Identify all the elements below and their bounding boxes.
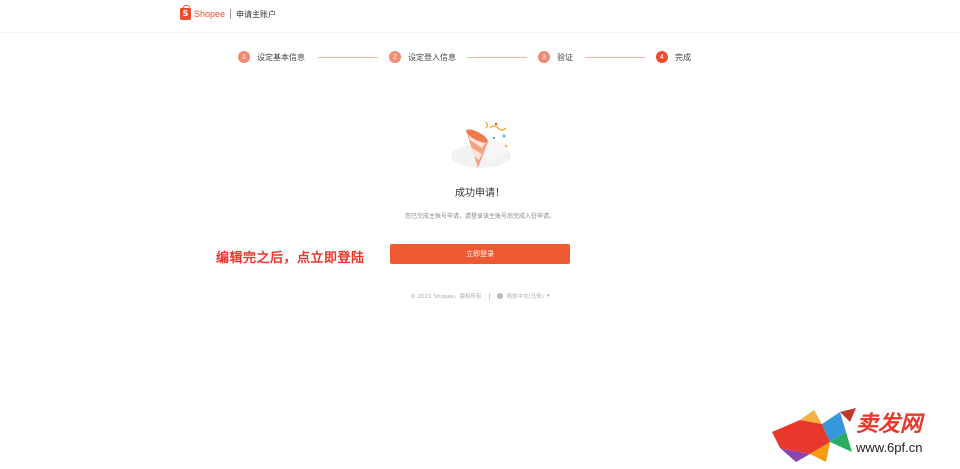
chevron-down-icon: ▾ (546, 293, 550, 299)
logo-letter: S (182, 9, 189, 18)
brand[interactable]: S Shopee 申请主账户 (180, 5, 277, 20)
step-connector (318, 57, 378, 58)
watermark-url: www.6pf.cn (856, 440, 923, 455)
step-number: 2 (389, 51, 401, 63)
step-3: 3 验证 (538, 51, 573, 63)
brand-name: Shopee (194, 9, 226, 19)
step-label: 验证 (557, 52, 573, 62)
step-label: 完成 (675, 52, 691, 62)
page-subtitle: 申请主账户 (236, 9, 277, 19)
login-now-button[interactable]: 立即登录 (390, 244, 570, 264)
step-4: 4 完成 (656, 51, 691, 63)
step-2: 2 设定登入信息 (389, 51, 456, 63)
footer: © 2022 Shopee。版权所有 简体中文(马来) ▾ (0, 292, 960, 300)
annotation-text: 编辑完之后，点立即登陆 (216, 251, 365, 266)
step-connector (467, 57, 527, 58)
stepper: 1 设定基本信息 2 设定登入信息 3 验证 4 完成 (238, 51, 698, 65)
step-number: 1 (238, 51, 250, 63)
brand-divider (230, 9, 232, 19)
step-number: 4 (656, 51, 668, 63)
globe-icon (496, 293, 503, 299)
step-label: 设定基本信息 (257, 52, 305, 62)
footer-divider (488, 292, 490, 300)
shopee-logo-icon: S (180, 5, 191, 20)
step-connector (585, 57, 645, 58)
step-number: 3 (538, 51, 550, 63)
top-header: S Shopee 申请主账户 (0, 0, 960, 33)
copyright-text: © 2022 Shopee。版权所有 (410, 294, 482, 300)
party-popper-icon (451, 121, 511, 168)
success-description: 您已完成主账号申请，请登录该主账号后完成入驻申请。 (404, 213, 555, 220)
step-label: 设定登入信息 (408, 52, 456, 62)
language-selector[interactable]: 简体中文(马来) (507, 292, 544, 300)
watermark-title: 卖发网 (856, 412, 923, 437)
success-title: 成功申请！ (455, 188, 505, 199)
step-1: 1 设定基本信息 (238, 51, 305, 63)
